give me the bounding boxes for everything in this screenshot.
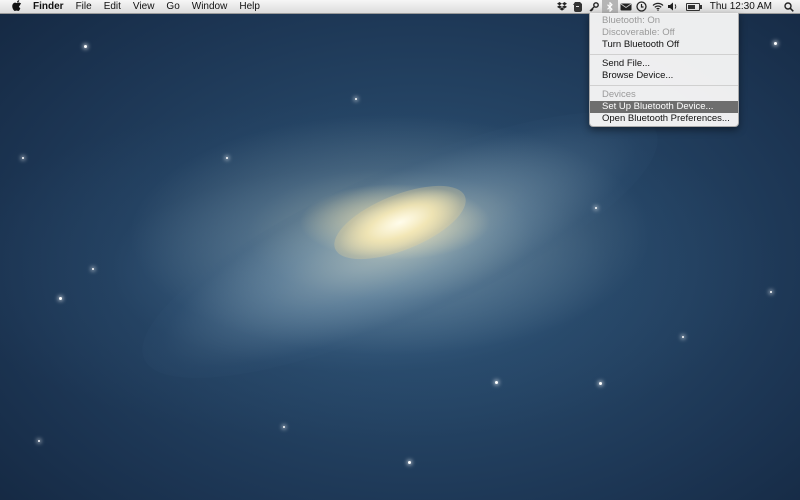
set-up-bluetooth-device-item[interactable]: Set Up Bluetooth Device...	[590, 101, 738, 113]
star	[682, 336, 684, 338]
volume-icon[interactable]	[666, 0, 682, 13]
turn-bluetooth-off-item[interactable]: Turn Bluetooth Off	[590, 39, 738, 51]
menu-help[interactable]: Help	[233, 0, 266, 13]
menubar-clock[interactable]: Thu 12:30 AM	[704, 1, 778, 12]
apple-menu-icon[interactable]	[7, 0, 27, 14]
menu-finder[interactable]: Finder	[27, 0, 70, 13]
star	[495, 381, 498, 384]
menu-separator	[590, 85, 738, 86]
star	[770, 291, 772, 293]
menu-go[interactable]: Go	[160, 0, 185, 13]
search-icon[interactable]	[778, 0, 800, 13]
battery-icon[interactable]	[682, 0, 704, 13]
bluetooth-menu: Bluetooth: On Discoverable: Off Turn Blu…	[589, 13, 739, 127]
menu-view[interactable]: View	[127, 0, 161, 13]
status-area: Thu 12:30 AM	[554, 0, 800, 13]
star	[226, 157, 228, 159]
dropbox-icon[interactable]	[554, 0, 570, 13]
devices-header: Devices	[602, 89, 636, 100]
open-bluetooth-preferences-item[interactable]: Open Bluetooth Preferences...	[590, 113, 738, 125]
star	[408, 461, 411, 464]
menu-window[interactable]: Window	[186, 0, 234, 13]
menu-edit[interactable]: Edit	[98, 0, 127, 13]
star	[22, 157, 24, 159]
discoverable-status-label: Discoverable: Off	[602, 27, 675, 38]
star	[774, 42, 777, 45]
send-file-item[interactable]: Send File...	[590, 58, 738, 70]
time-machine-icon[interactable]	[634, 0, 650, 13]
star	[84, 45, 87, 48]
wifi-icon[interactable]	[650, 0, 666, 13]
star	[92, 268, 94, 270]
star	[59, 297, 62, 300]
menu-separator	[590, 54, 738, 55]
star	[595, 207, 597, 209]
bluetooth-icon[interactable]	[601, 0, 618, 13]
evernote-icon[interactable]	[570, 0, 586, 13]
star	[599, 382, 602, 385]
browse-device-item[interactable]: Browse Device...	[590, 70, 738, 82]
star	[283, 426, 285, 428]
keychain-icon[interactable]	[586, 0, 602, 13]
battery-indicator	[685, 2, 702, 11]
mail-icon[interactable]	[618, 0, 634, 13]
menu-bar: Finder File Edit View Go Window Help Thu…	[0, 0, 800, 14]
star	[38, 440, 40, 442]
battery-fill	[687, 4, 696, 9]
star	[355, 98, 357, 100]
menu-file[interactable]: File	[70, 0, 98, 13]
bluetooth-status-label: Bluetooth: On	[602, 15, 661, 26]
